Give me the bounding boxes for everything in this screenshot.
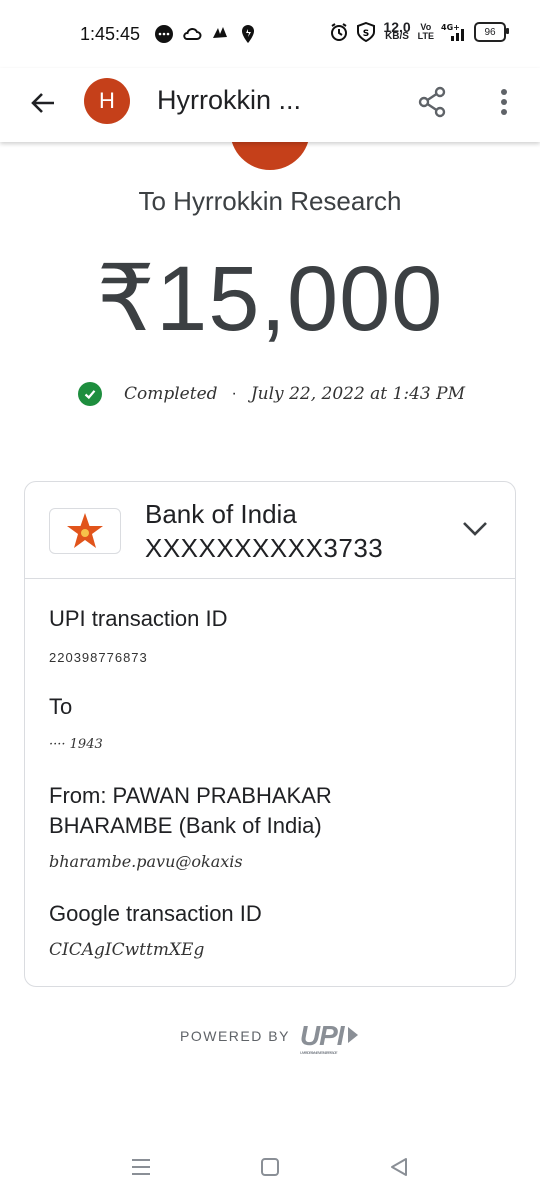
back-button[interactable] — [24, 84, 62, 122]
network-speed: 12.0 KB/S — [383, 19, 411, 42]
upi-logo-text: UPI — [299, 1020, 345, 1051]
google-transaction-id-label: Google transaction ID — [49, 901, 262, 926]
check-circle-icon — [78, 382, 102, 406]
page-title: Hyrrokkin ... — [157, 85, 302, 115]
expand-button[interactable] — [457, 514, 493, 544]
recents-icon — [132, 1159, 150, 1175]
location-pin-icon — [238, 24, 258, 44]
battery-icon: 96 — [474, 22, 509, 42]
system-icons: S 12.0 KB/S Vo LTE 4G+ 96 — [329, 19, 509, 42]
back-triangle-icon — [391, 1158, 407, 1176]
upi-arrow-icon — [347, 1027, 358, 1043]
system-nav-bar — [0, 1130, 540, 1200]
upi-transaction-id-label: UPI transaction ID — [49, 606, 228, 631]
from-label-line1: From: PAWAN PRABHAKAR — [49, 783, 332, 808]
svg-text:S: S — [363, 29, 369, 39]
back-nav-button[interactable] — [381, 1152, 417, 1182]
back-arrow-icon — [31, 93, 54, 113]
from-label-line2: BHARAMBE (Bank of India) — [49, 813, 322, 838]
bank-name: Bank of India — [145, 499, 297, 529]
to-value: ···· 1943 — [49, 737, 103, 752]
bank-logo — [49, 508, 121, 554]
chevron-down-icon — [463, 522, 487, 536]
bank-star-icon — [67, 513, 103, 548]
recents-button[interactable] — [123, 1152, 159, 1182]
payment-datetime: July 22, 2022 at 1:43 PM — [250, 384, 465, 404]
upi-logo: UPI UNIFIED PAYMENTS INTERFACE — [299, 1020, 360, 1055]
volte-indicator: Vo LTE — [417, 22, 434, 41]
share-button[interactable] — [412, 82, 452, 122]
status-time: 1:45:45 — [80, 24, 141, 44]
bank-account-row[interactable]: Bank of India XXXXXXXXXX3733 — [25, 482, 515, 579]
bank-account-number: XXXXXXXXXX3733 — [145, 533, 384, 563]
vpn-shield-icon: S — [356, 22, 376, 42]
payee-line: To Hyrrokkin Research — [138, 186, 402, 216]
transaction-details-card: Bank of India XXXXXXXXXX3733 UPI transac… — [24, 481, 516, 987]
svg-text:4G+: 4G+ — [441, 23, 460, 32]
separator-dot: · — [231, 385, 237, 402]
powered-by-upi: POWERED BY UPI UNIFIED PAYMENTS INTERFAC… — [180, 1020, 360, 1055]
more-vert-icon — [501, 89, 507, 115]
cloud-icon — [182, 24, 202, 44]
home-square-icon — [261, 1158, 279, 1176]
alarm-icon — [329, 22, 349, 42]
payment-amount: ₹15,000 — [96, 248, 444, 350]
notification-icons — [154, 24, 258, 44]
payment-status: Completed · July 22, 2022 at 1:43 PM — [78, 382, 465, 406]
google-transaction-id-value[interactable]: CICAgICwttmXEg — [49, 940, 204, 960]
from-upi-id[interactable]: bharambe.pavu@okaxis — [49, 852, 243, 871]
powered-by-text: POWERED BY — [180, 1028, 290, 1044]
upi-transaction-id-value[interactable]: 220398776873 — [49, 650, 148, 665]
status-text: Completed — [124, 384, 218, 404]
chat-bubble-icon — [154, 24, 174, 44]
signal-icon: 4G+ — [441, 22, 467, 42]
upi-subtitle: UNIFIED PAYMENTS INTERFACE — [299, 1050, 338, 1055]
more-options-button[interactable] — [486, 82, 522, 122]
app-icon — [210, 24, 230, 44]
battery-level: 96 — [484, 26, 496, 38]
share-icon — [418, 86, 446, 118]
avatar: H — [84, 78, 130, 124]
to-label: To — [49, 694, 73, 719]
status-bar: 1:45:45 S 12.0 KB/S Vo LTE 4G+ 96 — [0, 0, 540, 68]
home-button[interactable] — [252, 1152, 288, 1182]
app-bar: H Hyrrokkin ... — [0, 68, 540, 142]
